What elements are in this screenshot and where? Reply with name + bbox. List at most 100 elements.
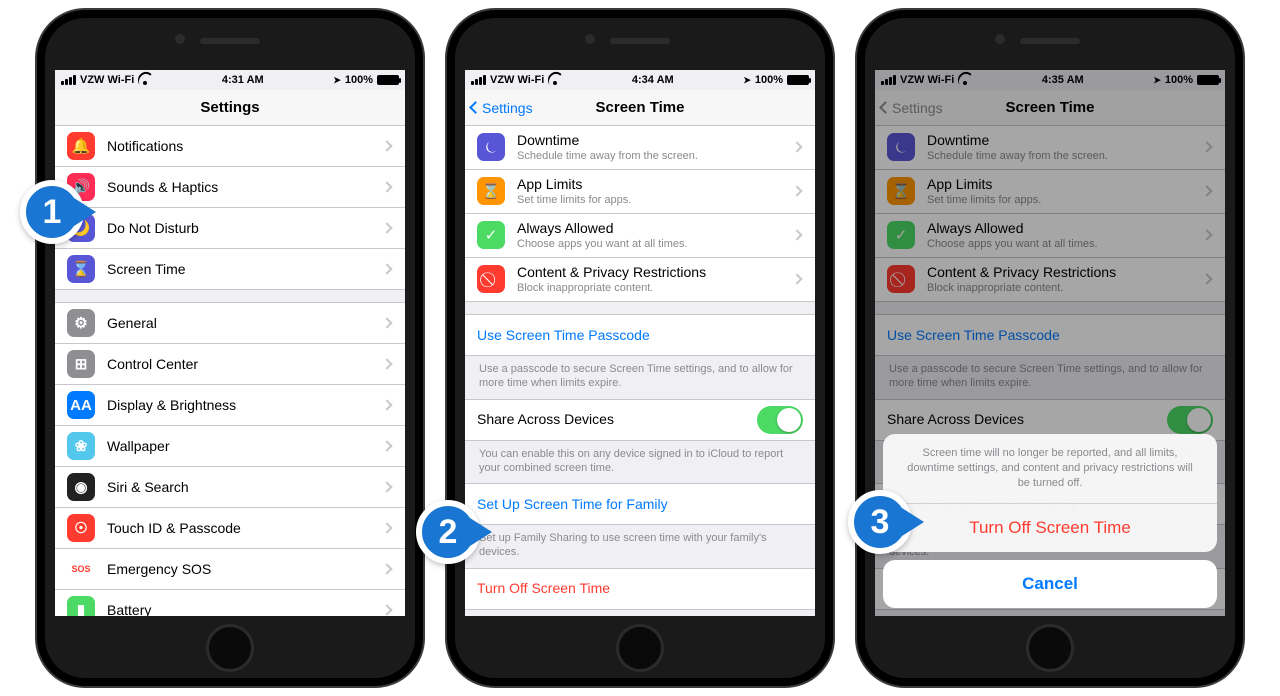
turn-off-screen-time-row[interactable]: Turn Off Screen Time (465, 569, 815, 609)
settings-row[interactable]: ▮ Battery (55, 589, 405, 616)
family-setup-row[interactable]: Set Up Screen Time for Family (465, 484, 815, 524)
nav-bar: Settings Screen Time (875, 90, 1225, 126)
nav-title: Settings (200, 99, 259, 116)
chevron-right-icon (1201, 230, 1212, 241)
passcode-group: Use Screen Time Passcode (465, 314, 815, 356)
screentime-feature-row[interactable]: ⌛ App Limits Set time limits for apps. (875, 169, 1225, 213)
settings-row[interactable]: 🔔 Notifications (55, 126, 405, 166)
screentime-feature-row[interactable]: ⏾ Downtime Schedule time away from the s… (875, 126, 1225, 169)
passcode-note: Use a passcode to secure Screen Time set… (875, 356, 1225, 395)
back-button[interactable]: Settings (471, 100, 533, 116)
family-group: Set Up Screen Time for Family (465, 483, 815, 525)
phone-camera (995, 34, 1005, 44)
use-passcode-row[interactable]: Use Screen Time Passcode (875, 315, 1225, 355)
feature-icon: ✓ (887, 221, 915, 249)
feature-subtitle: Block inappropriate content. (517, 282, 781, 295)
nav-bar: Settings (55, 90, 405, 126)
row-icon: ⚙ (67, 309, 95, 337)
chevron-right-icon (381, 358, 392, 369)
home-button[interactable] (1026, 624, 1074, 672)
share-note: You can enable this on any device signed… (465, 441, 815, 480)
settings-row[interactable]: AA Display & Brightness (55, 384, 405, 425)
status-bar: VZW Wi-Fi 4:35 AM ➤ 100% (875, 70, 1225, 90)
action-sheet-message: Screen time will no longer be reported, … (883, 434, 1217, 503)
settings-row[interactable]: SOS Emergency SOS (55, 548, 405, 589)
screentime-feature-row[interactable]: ✓ Always Allowed Choose apps you want at… (465, 213, 815, 257)
screentime-list[interactable]: ⏾ Downtime Schedule time away from the s… (465, 126, 815, 616)
chevron-right-icon (381, 222, 392, 233)
screentime-feature-row[interactable]: ⃠ Content & Privacy Restrictions Block i… (465, 257, 815, 301)
chevron-right-icon (381, 399, 392, 410)
phone-frame-1: VZW Wi-Fi 4:31 AM ➤ 100% Settings 🔔 Noti… (35, 8, 425, 688)
row-icon: ⌛ (67, 255, 95, 283)
chevron-right-icon (791, 142, 802, 153)
screentime-feature-row[interactable]: ⃠ Content & Privacy Restrictions Block i… (875, 257, 1225, 301)
settings-row[interactable]: ⚙ General (55, 303, 405, 343)
chevron-left-icon (879, 101, 892, 114)
screen-screentime-confirm: VZW Wi-Fi 4:35 AM ➤ 100% Settings Screen… (875, 70, 1225, 616)
turnoff-group: Turn Off Screen Time (465, 568, 815, 610)
settings-row[interactable]: ☉ Touch ID & Passcode (55, 507, 405, 548)
carrier: VZW Wi-Fi (490, 74, 544, 86)
row-icon: ❀ (67, 432, 95, 460)
row-icon: AA (67, 391, 95, 419)
feature-subtitle: Schedule time away from the screen. (927, 150, 1191, 163)
clock: 4:35 AM (1042, 74, 1084, 86)
settings-list[interactable]: 🔔 Notifications 🔊 Sounds & Haptics 🌙 Do … (55, 126, 405, 616)
row-icon: 🔔 (67, 132, 95, 160)
features-group: ⏾ Downtime Schedule time away from the s… (465, 126, 815, 302)
share-across-devices-row[interactable]: Share Across Devices (465, 400, 815, 440)
settings-row[interactable]: ⌛ Screen Time (55, 248, 405, 289)
battery-icon (377, 75, 399, 85)
cancel-button[interactable]: Cancel (883, 560, 1217, 608)
row-icon: ⊞ (67, 350, 95, 378)
feature-label: Downtime (927, 132, 1191, 149)
chevron-right-icon (1201, 186, 1212, 197)
share-toggle[interactable] (757, 406, 803, 434)
use-passcode-row[interactable]: Use Screen Time Passcode (465, 315, 815, 355)
row-label: Set Up Screen Time for Family (477, 496, 803, 513)
screentime-feature-row[interactable]: ✓ Always Allowed Choose apps you want at… (875, 213, 1225, 257)
action-sheet: Screen time will no longer be reported, … (875, 426, 1225, 616)
battery-icon (1197, 75, 1219, 85)
chevron-right-icon (791, 274, 802, 285)
row-label: Share Across Devices (887, 411, 1155, 428)
chevron-right-icon (381, 263, 392, 274)
feature-subtitle: Choose apps you want at all times. (927, 238, 1191, 251)
location-icon: ➤ (1153, 75, 1161, 86)
screentime-feature-row[interactable]: ⏾ Downtime Schedule time away from the s… (465, 126, 815, 169)
passcode-note: Use a passcode to secure Screen Time set… (465, 356, 815, 395)
home-button[interactable] (206, 624, 254, 672)
carrier: VZW Wi-Fi (900, 74, 954, 86)
location-icon: ➤ (333, 75, 341, 86)
feature-icon: ⌛ (477, 177, 505, 205)
settings-row[interactable]: ◉ Siri & Search (55, 466, 405, 507)
back-label: Settings (892, 100, 943, 116)
action-sheet-panel: Screen time will no longer be reported, … (883, 434, 1217, 552)
feature-icon: ⃠ (477, 265, 505, 293)
settings-row[interactable]: 🌙 Do Not Disturb (55, 207, 405, 248)
row-label: Battery (107, 602, 371, 616)
feature-icon: ⌛ (887, 177, 915, 205)
phone-frame-2: VZW Wi-Fi 4:34 AM ➤ 100% Settings Screen… (445, 8, 835, 688)
share-group: Share Across Devices (465, 399, 815, 441)
settings-row[interactable]: ❀ Wallpaper (55, 425, 405, 466)
row-label: Touch ID & Passcode (107, 520, 371, 537)
settings-row[interactable]: 🔊 Sounds & Haptics (55, 166, 405, 207)
row-icon: ☉ (67, 514, 95, 542)
feature-icon: ⏾ (477, 133, 505, 161)
home-button[interactable] (616, 624, 664, 672)
chevron-right-icon (1201, 142, 1212, 153)
settings-row[interactable]: ⊞ Control Center (55, 343, 405, 384)
step-badge-1: 1 (20, 180, 84, 244)
chevron-right-icon (381, 604, 392, 615)
status-bar: VZW Wi-Fi 4:34 AM ➤ 100% (465, 70, 815, 90)
back-label: Settings (482, 100, 533, 116)
feature-label: App Limits (927, 176, 1191, 193)
turn-off-screen-time-action[interactable]: Turn Off Screen Time (883, 503, 1217, 552)
row-label: Wallpaper (107, 438, 371, 455)
row-label: Sounds & Haptics (107, 179, 371, 196)
screentime-feature-row[interactable]: ⌛ App Limits Set time limits for apps. (465, 169, 815, 213)
chevron-right-icon (791, 230, 802, 241)
chevron-right-icon (381, 181, 392, 192)
